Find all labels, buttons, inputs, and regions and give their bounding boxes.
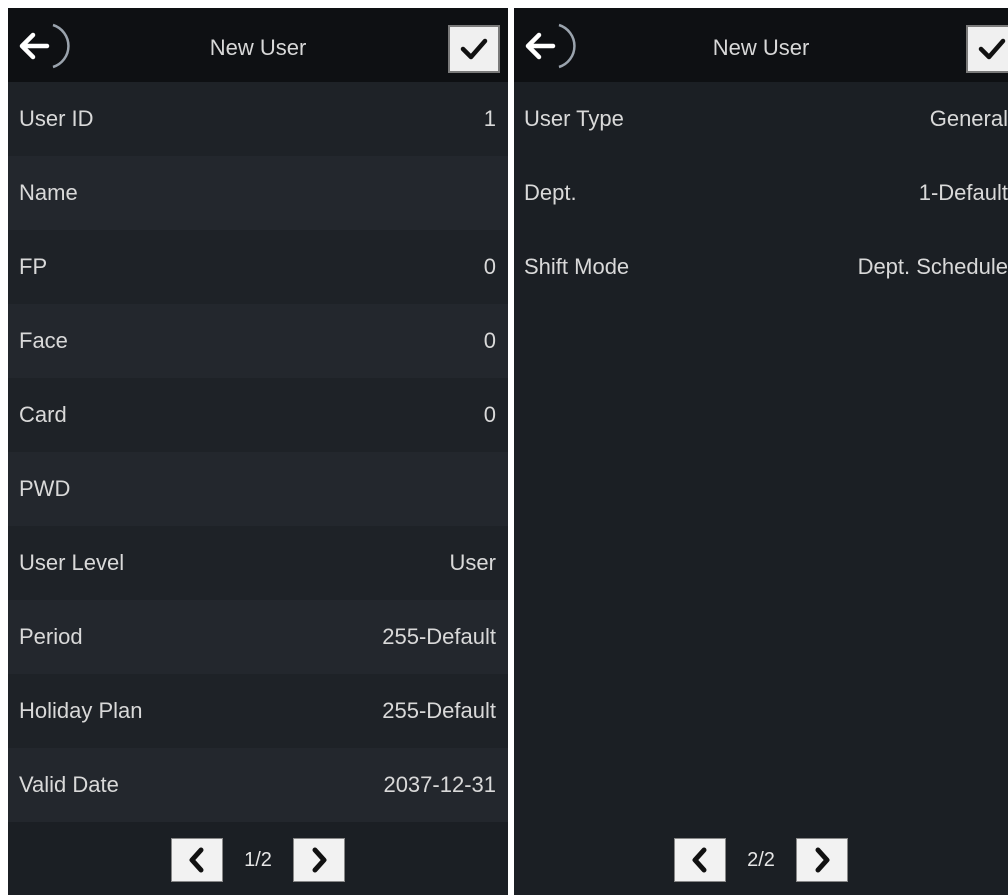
field-value: 2037-12-31 (383, 772, 496, 797)
pager: 1/2 (8, 825, 508, 895)
field-value: User (449, 550, 496, 575)
field-value: 0 (483, 254, 496, 279)
field-label: Name (19, 180, 78, 205)
shift-mode-row[interactable]: Shift Mode Dept. Schedule (514, 230, 1008, 304)
field-label: Dept. (524, 180, 577, 205)
user-fields-list: User ID 1 Name FP 0 Face 0 Card 0 PWD Us… (8, 82, 508, 822)
page-indicator: 2/2 (747, 848, 775, 871)
checkmark-icon (978, 38, 1006, 60)
pwd-row[interactable]: PWD (8, 452, 508, 526)
field-label: PWD (19, 476, 71, 501)
field-value: 255-Default (382, 698, 496, 723)
prev-page-button[interactable] (171, 838, 223, 882)
header: New User (514, 8, 1008, 82)
field-value: 255-Default (382, 624, 496, 649)
field-value: 0 (483, 402, 496, 427)
confirm-button[interactable] (966, 25, 1008, 73)
field-label: Valid Date (19, 772, 119, 797)
confirm-button[interactable] (448, 25, 500, 73)
field-value: General (929, 106, 1008, 131)
field-label: FP (19, 254, 48, 279)
new-user-page-1: New User User ID 1 Name FP 0 Face 0 Card… (8, 8, 508, 895)
user-level-row[interactable]: User Level User (8, 526, 508, 600)
next-page-button[interactable] (293, 838, 345, 882)
field-label: User ID (19, 106, 94, 131)
screens-container: New User User ID 1 Name FP 0 Face 0 Card… (8, 8, 1008, 895)
user-fields-list: User Type General Dept. 1-Default Shift … (514, 82, 1008, 304)
holiday-plan-row[interactable]: Holiday Plan 255-Default (8, 674, 508, 748)
field-label: Face (19, 328, 68, 353)
new-user-page-2: New User User Type General Dept. 1-Defau… (514, 8, 1008, 895)
field-label: User Type (524, 106, 624, 131)
field-label: Period (19, 624, 83, 649)
header: New User (8, 8, 508, 82)
page-indicator: 1/2 (244, 848, 272, 871)
chevron-right-icon (815, 847, 830, 873)
pager: 2/2 (514, 825, 1008, 895)
chevron-right-icon (312, 847, 327, 873)
period-row[interactable]: Period 255-Default (8, 600, 508, 674)
field-label: Card (19, 402, 67, 427)
chevron-left-icon (189, 847, 204, 873)
valid-date-row[interactable]: Valid Date 2037-12-31 (8, 748, 508, 822)
field-label: User Level (19, 550, 125, 575)
field-value: 1-Default (918, 180, 1008, 205)
field-label: Shift Mode (524, 254, 630, 279)
chevron-left-icon (692, 847, 707, 873)
card-row[interactable]: Card 0 (8, 378, 508, 452)
page-title: New User (712, 35, 810, 60)
prev-page-button[interactable] (674, 838, 726, 882)
field-value: Dept. Schedule (857, 254, 1008, 279)
field-value: 1 (483, 106, 496, 131)
field-value: 0 (483, 328, 496, 353)
dept-row[interactable]: Dept. 1-Default (514, 156, 1008, 230)
fp-row[interactable]: FP 0 (8, 230, 508, 304)
user-id-row[interactable]: User ID 1 (8, 82, 508, 156)
checkmark-icon (460, 38, 488, 60)
field-label: Holiday Plan (19, 698, 143, 723)
next-page-button[interactable] (796, 838, 848, 882)
user-type-row[interactable]: User Type General (514, 82, 1008, 156)
page-title: New User (209, 35, 307, 60)
name-row[interactable]: Name (8, 156, 508, 230)
face-row[interactable]: Face 0 (8, 304, 508, 378)
